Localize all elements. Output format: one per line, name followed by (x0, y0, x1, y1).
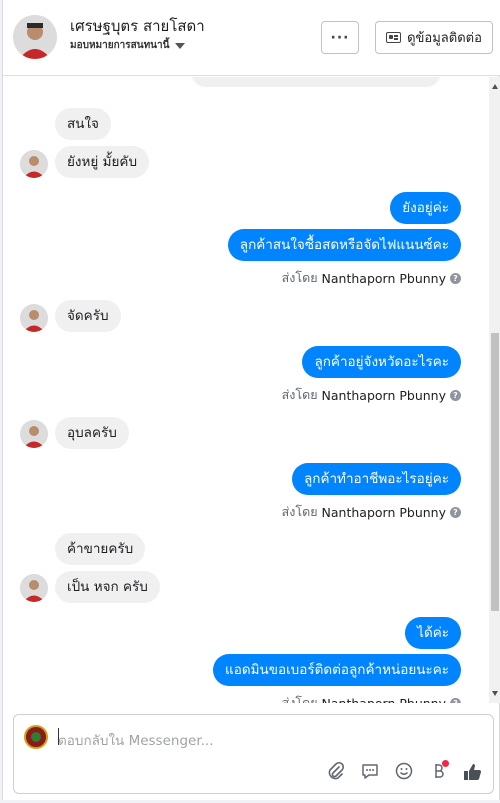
emoji-icon[interactable] (393, 761, 415, 783)
sent-by-prefix: ส่งโดย (281, 695, 318, 703)
page-avatar (24, 725, 48, 749)
composer-toolbar (325, 760, 483, 783)
thread-scrollbar[interactable] (489, 77, 500, 703)
sent-by-label: ส่งโดย Nanthaporn Pbunny ? (282, 268, 461, 288)
help-icon[interactable]: ? (450, 697, 461, 703)
scroll-up-arrow-icon[interactable] (492, 84, 498, 89)
thumbs-up-icon[interactable] (461, 761, 483, 783)
chevron-down-icon (175, 42, 186, 49)
help-icon[interactable]: ? (450, 272, 461, 284)
incoming-message[interactable]: สนใจ (55, 108, 111, 140)
assign-label: มอบหมายการสนทนานี้ (70, 40, 170, 51)
contact-avatar-small (20, 574, 48, 602)
notification-dot (442, 760, 449, 767)
previous-message-bubble (191, 77, 441, 87)
scroll-down-arrow-icon[interactable] (492, 691, 498, 696)
outgoing-message[interactable]: แอดมินขอเบอร์ติดต่อลูกค้าหน่อยนะคะ (213, 654, 461, 686)
more-options-button[interactable]: ··· (321, 21, 359, 54)
sent-by-label: ส่งโดย Nanthaporn Pbunny ? (282, 502, 461, 522)
reply-composer[interactable]: ตอบกลับใน Messenger... (13, 714, 494, 794)
help-icon[interactable]: ? (450, 506, 461, 518)
contact-avatar[interactable] (13, 15, 57, 59)
outgoing-message[interactable]: ลูกค้าสนใจซื้อสดหรือจัดไฟแนนซ์คะ (227, 229, 461, 261)
sender-name: Nanthaporn Pbunny (321, 270, 446, 286)
conversation-header: เศรษฐบุตร สายโสดา มอบหมายการสนทนานี้ ···… (3, 0, 500, 76)
sent-by-prefix: ส่งโดย (281, 504, 318, 519)
saved-replies-icon[interactable] (359, 761, 381, 783)
inbox-conversation-window: เศรษฐบุตร สายโสดา มอบหมายการสนทนานี้ ···… (2, 0, 500, 800)
assign-conversation-dropdown[interactable]: มอบหมายการสนทนานี้ (70, 38, 186, 53)
view-contact-info-label: ดูข้อมูลติดต่อ (407, 31, 482, 46)
sender-name: Nanthaporn Pbunny (321, 695, 446, 704)
contact-card-icon (386, 32, 402, 43)
incoming-message[interactable]: ค้าขายครับ (55, 533, 146, 565)
help-icon[interactable]: ? (450, 389, 461, 401)
contact-avatar-small (20, 304, 48, 332)
sent-by-prefix: ส่งโดย (281, 387, 318, 402)
outgoing-message[interactable]: ได้ค่ะ (405, 617, 461, 649)
sender-name: Nanthaporn Pbunny (321, 387, 446, 403)
sent-by-prefix: ส่งโดย (281, 270, 318, 285)
message-thread: สนใจ ยังหยู่ มั้ยคับ ยังอยู่ค่ะ ลูกค้าสน… (3, 77, 489, 703)
payment-icon[interactable] (427, 760, 449, 783)
attachment-icon[interactable] (325, 761, 347, 783)
sent-by-label: ส่งโดย Nanthaporn Pbunny ? (282, 693, 461, 703)
view-contact-info-button[interactable]: ดูข้อมูลติดต่อ (375, 21, 493, 54)
incoming-message[interactable]: ยังหยู่ มั้ยคับ (55, 146, 150, 178)
contact-avatar-small (20, 420, 48, 448)
incoming-message[interactable]: อุบลครับ (55, 417, 129, 449)
contact-name[interactable]: เศรษฐบุตร สายโสดา (70, 14, 205, 38)
incoming-message[interactable]: เป็น หจก ครับ (55, 571, 160, 603)
outgoing-message[interactable]: ลูกค้าอยู่จังหวัดอะไรคะ (302, 346, 461, 378)
incoming-message[interactable]: จัดครับ (55, 300, 121, 332)
outgoing-message[interactable]: ลูกค้าทำอาชีพอะไรอยู่คะ (292, 463, 461, 495)
contact-avatar-small (20, 150, 48, 178)
reply-input[interactable]: ตอบกลับใน Messenger... (58, 729, 214, 751)
outgoing-message[interactable]: ยังอยู่ค่ะ (390, 192, 461, 224)
sent-by-label: ส่งโดย Nanthaporn Pbunny ? (282, 385, 461, 405)
scrollbar-thumb[interactable] (491, 333, 499, 611)
sender-name: Nanthaporn Pbunny (321, 504, 446, 520)
